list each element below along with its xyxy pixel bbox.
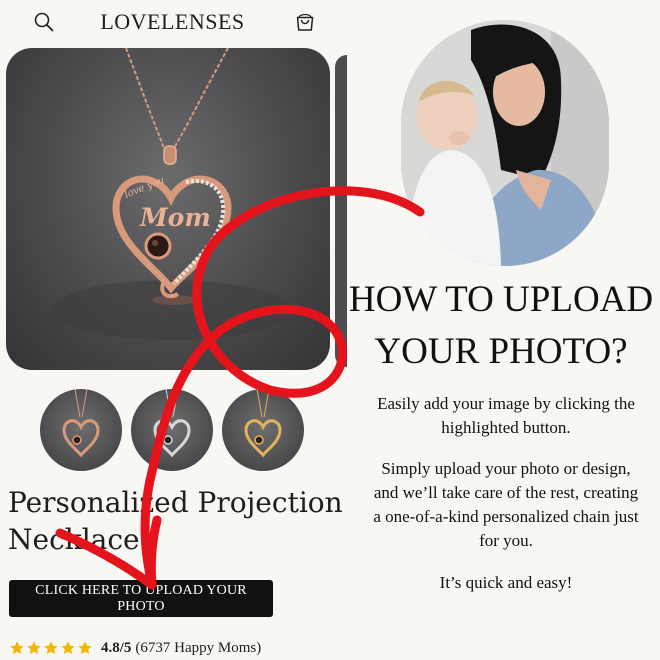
thumbnail-gold[interactable]	[222, 389, 304, 471]
site-header: LOVELENSES	[0, 0, 345, 44]
star-icon	[10, 641, 24, 655]
how-to-upload-heading: HOW TO UPLOAD YOUR PHOTO?	[348, 279, 654, 372]
product-title: Personalized Projection Necklace	[8, 486, 343, 556]
guide-paragraph-2: Simply upload your photo or design, and …	[373, 459, 639, 550]
product-main-image[interactable]: love you Mom	[6, 48, 330, 370]
thumbnail-rose-gold[interactable]	[40, 389, 122, 471]
thumbnail-silver[interactable]	[131, 389, 213, 471]
pendant-mom-text: Mom	[139, 203, 211, 232]
star-icon	[44, 641, 58, 655]
guide-paragraph-3: It’s quick and easy!	[439, 573, 573, 592]
rating-value: 4.8/5	[101, 639, 132, 656]
rating-count: (6737 Happy Moms)	[135, 639, 262, 656]
guide-paragraph-1: Easily add your image by clicking the hi…	[377, 394, 635, 437]
star-icon	[27, 641, 41, 655]
product-rating[interactable]: 4.8/5 (6737 Happy Moms)	[9, 638, 261, 658]
star-icon	[61, 641, 75, 655]
mother-baby-photo	[401, 20, 609, 266]
shopping-bag-icon[interactable]	[293, 10, 317, 34]
star-icon	[78, 641, 92, 655]
rating-stars	[9, 640, 93, 656]
upload-photo-button[interactable]: CLICK HERE TO UPLOAD YOUR PHOTO	[9, 580, 273, 617]
